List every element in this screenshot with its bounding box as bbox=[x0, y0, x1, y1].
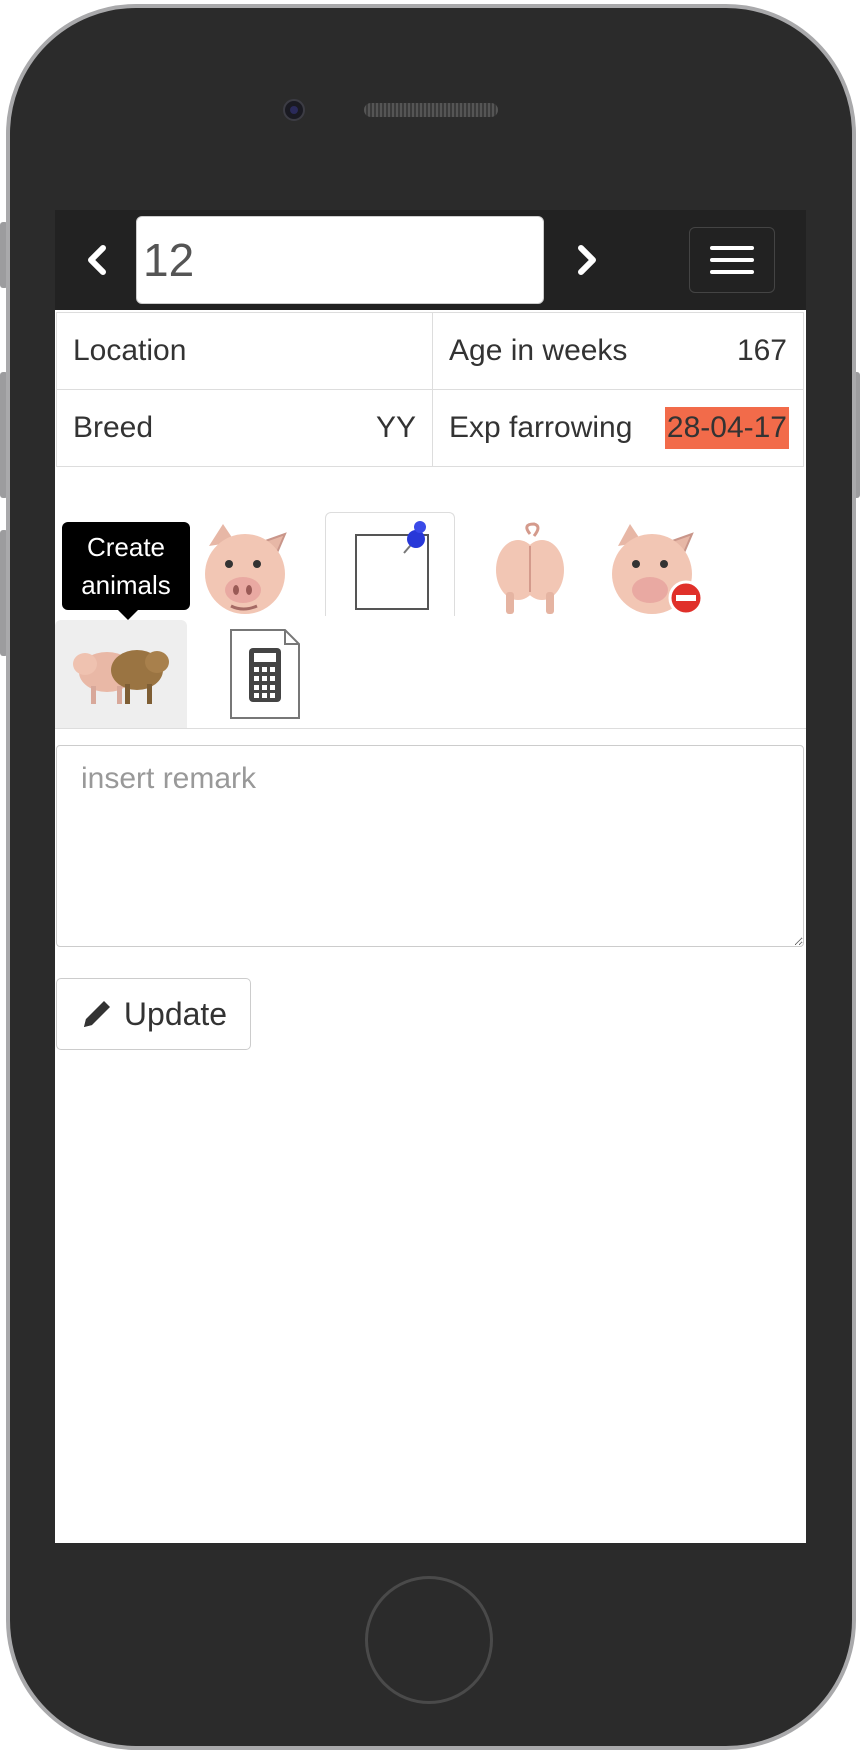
table-row: Location Age in weeks 167 bbox=[56, 312, 804, 390]
tab-calculator[interactable] bbox=[215, 620, 315, 728]
breed-cell: Breed YY bbox=[56, 389, 433, 467]
hamburger-menu-icon bbox=[710, 246, 754, 250]
create-animals-tooltip: Create animals bbox=[62, 522, 190, 620]
location-label: Location bbox=[73, 334, 187, 367]
age-cell: Age in weeks 167 bbox=[432, 312, 804, 390]
pig-icon bbox=[205, 524, 287, 614]
age-label: Age in weeks bbox=[449, 334, 628, 367]
pencil-icon bbox=[83, 1001, 110, 1027]
animal-info-table: Location Age in weeks 167 Breed YY Exp f… bbox=[56, 312, 804, 467]
exp-farrowing-cell: Exp farrowing 28-04-17 bbox=[432, 389, 804, 467]
calculator-icon bbox=[230, 629, 300, 719]
top-navbar bbox=[55, 210, 806, 310]
pinned-note-icon bbox=[355, 520, 429, 610]
tab-remove-pig[interactable] bbox=[603, 516, 713, 620]
tooltip-line-1: Create bbox=[86, 532, 166, 562]
previous-animal-button[interactable] bbox=[77, 240, 117, 280]
hamburger-menu-button[interactable] bbox=[689, 227, 775, 293]
pig-rear-icon bbox=[496, 522, 564, 614]
tab-pig[interactable] bbox=[193, 516, 293, 620]
chevron-left-icon bbox=[88, 245, 106, 275]
update-button[interactable]: Update bbox=[56, 978, 251, 1050]
home-button[interactable] bbox=[365, 1576, 493, 1704]
next-animal-button[interactable] bbox=[567, 240, 607, 280]
animal-number-input[interactable] bbox=[136, 216, 544, 304]
breed-label: Breed bbox=[73, 411, 154, 444]
front-camera bbox=[283, 99, 305, 121]
remark-textarea[interactable] bbox=[56, 745, 804, 947]
pig-remove-icon bbox=[612, 524, 704, 616]
pig-group-icon bbox=[73, 650, 169, 704]
tab-pig-rear[interactable] bbox=[475, 516, 585, 620]
tab-pig-group[interactable] bbox=[55, 620, 187, 728]
chevron-right-icon bbox=[578, 245, 596, 275]
tab-notes[interactable] bbox=[325, 512, 455, 616]
location-cell: Location bbox=[56, 312, 433, 390]
tooltip-line-2: animals bbox=[81, 570, 171, 600]
breed-value: YY bbox=[375, 411, 416, 444]
exp-farrowing-date: 28-04-17 bbox=[664, 407, 789, 449]
age-value: 167 bbox=[736, 334, 787, 367]
app-screen: Location Age in weeks 167 Breed YY bbox=[55, 210, 806, 1543]
exp-farrowing-label: Exp farrowing bbox=[449, 411, 633, 444]
update-label: Update bbox=[123, 995, 228, 1032]
phone-frame: Location Age in weeks 167 Breed YY bbox=[0, 0, 862, 1754]
table-row: Breed YY Exp farrowing 28-04-17 bbox=[56, 389, 804, 467]
speaker-grille bbox=[364, 103, 498, 117]
